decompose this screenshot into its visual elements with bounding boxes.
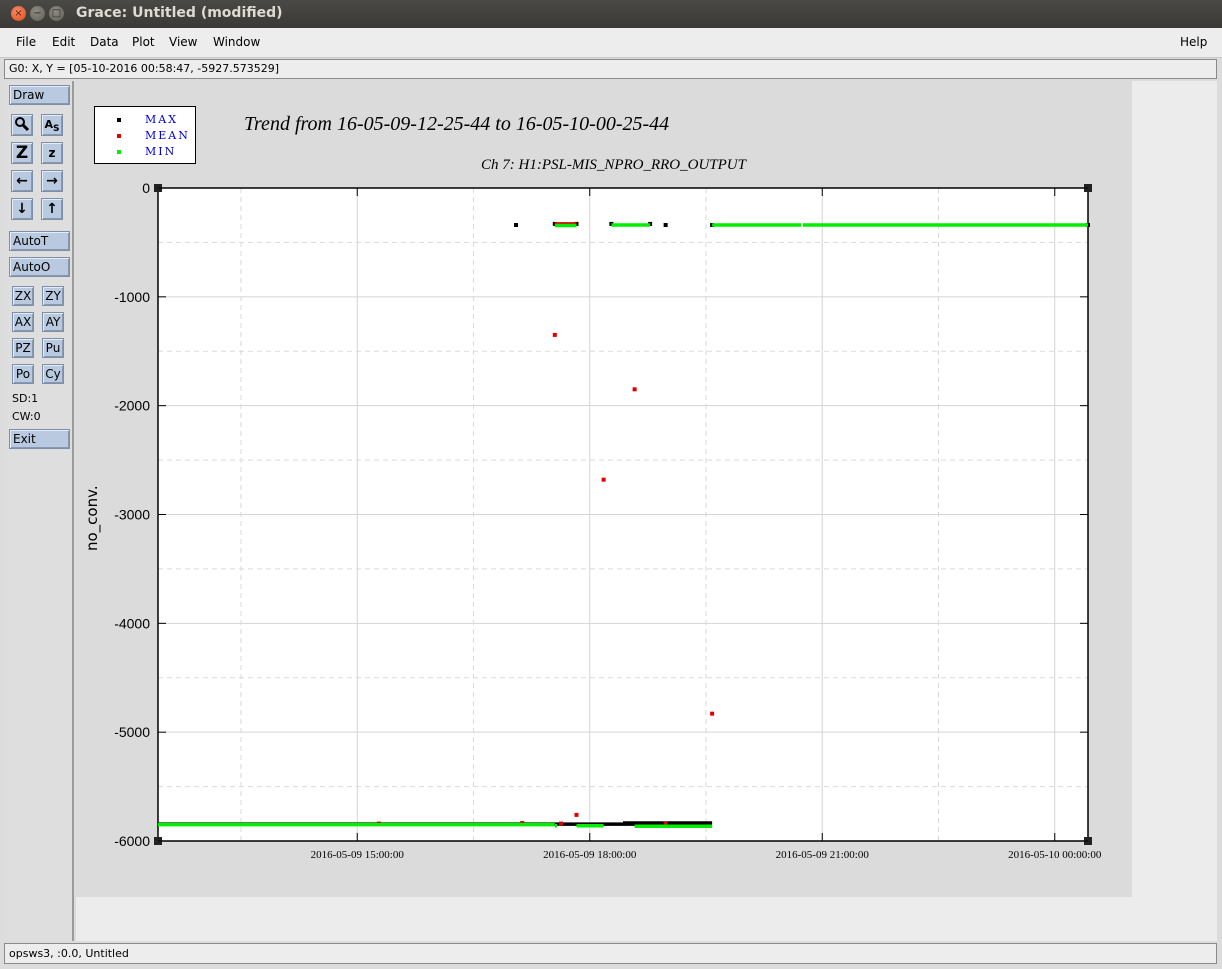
plot-page: Trend from 16-05-09-12-25-44 to 16-05-10…	[76, 81, 1132, 897]
pu-button[interactable]: Pu	[42, 338, 64, 358]
exit-button[interactable]: Exit	[9, 429, 70, 449]
y-tick-label: -4000	[114, 615, 150, 631]
arrow-right-icon[interactable]: →	[41, 170, 63, 192]
window-titlebar: × − □ Grace: Untitled (modified)	[0, 0, 1222, 28]
series-mean-point	[710, 711, 715, 716]
autot-button[interactable]: AutoT	[9, 231, 70, 251]
zoom-icon[interactable]	[11, 114, 33, 136]
menu-window[interactable]: Window	[213, 35, 260, 49]
series-mean-point	[559, 821, 563, 826]
po-button[interactable]: Po	[12, 364, 34, 384]
cy-button[interactable]: Cy	[42, 364, 64, 384]
y-tick-label: 0	[142, 180, 150, 196]
minimize-window-icon[interactable]: −	[30, 6, 45, 21]
ay-button[interactable]: AY	[42, 312, 64, 332]
menu-plot[interactable]: Plot	[132, 35, 155, 49]
menu-view[interactable]: View	[169, 35, 197, 49]
x-tick-label: 2016-05-09 21:00:00	[776, 849, 870, 861]
x-tick-label: 2016-05-09 15:00:00	[311, 849, 405, 861]
arrow-left-icon[interactable]: ←	[11, 170, 33, 192]
pz-button[interactable]: PZ	[12, 338, 34, 358]
menu-file[interactable]: File	[16, 35, 36, 49]
menu-edit[interactable]: Edit	[52, 35, 75, 49]
autoo-button[interactable]: AutoO	[9, 257, 70, 277]
text-edit-icon[interactable]: AS	[41, 114, 63, 136]
zoom-out-icon[interactable]: z	[41, 142, 63, 164]
y-tick-label: -1000	[114, 289, 150, 305]
zy-button[interactable]: ZY	[42, 286, 64, 306]
series-mean-point	[552, 332, 557, 337]
series-mean-point	[601, 477, 606, 482]
window-title: Grace: Untitled (modified)	[76, 5, 283, 21]
series-max-point	[663, 223, 668, 228]
x-tick-label: 2016-05-10 00:00:00	[1008, 849, 1102, 861]
status-bar: opsws3, :0.0, Untitled	[4, 943, 1217, 964]
cw-label: CW:0	[12, 410, 41, 423]
menu-help[interactable]: Help	[1180, 35, 1207, 49]
sd-label: SD:1	[12, 392, 39, 405]
zoom-in-icon[interactable]: Z	[11, 142, 33, 164]
ax-button[interactable]: AX	[12, 312, 34, 332]
zx-button[interactable]: ZX	[12, 286, 34, 306]
arrow-down-icon[interactable]: ↓	[11, 198, 33, 220]
menubar: File Edit Data Plot View Window Help	[0, 28, 1222, 58]
tool-panel: Draw AS Z z ← → ↓ ↑ AutoT AutoO ZX ZY AX…	[4, 81, 74, 941]
series-mean-point	[632, 387, 637, 392]
y-tick-label: -6000	[114, 833, 150, 849]
series-mean-point	[574, 812, 579, 817]
arrow-up-icon[interactable]: ↑	[41, 198, 63, 220]
x-tick-label: 2016-05-09 18:00:00	[543, 849, 637, 861]
y-tick-label: -2000	[114, 398, 150, 414]
trend-chart: 0 -1000 -2000 -3000 -4000 -5000 -6000 2016-05-0…	[114, 180, 1102, 861]
draw-button[interactable]: Draw	[9, 85, 70, 105]
y-tick-label: -3000	[114, 507, 150, 523]
y-tick-label: -5000	[114, 724, 150, 740]
drawing-canvas[interactable]: Trend from 16-05-09-12-25-44 to 16-05-10…	[76, 81, 1217, 941]
maximize-window-icon[interactable]: □	[49, 6, 64, 21]
locator-bar: G0: X, Y = [05-10-2016 00:58:47, -5927.5…	[4, 59, 1217, 79]
menu-data[interactable]: Data	[90, 35, 119, 49]
series-max-point	[514, 223, 519, 228]
close-window-icon[interactable]: ×	[11, 6, 26, 21]
